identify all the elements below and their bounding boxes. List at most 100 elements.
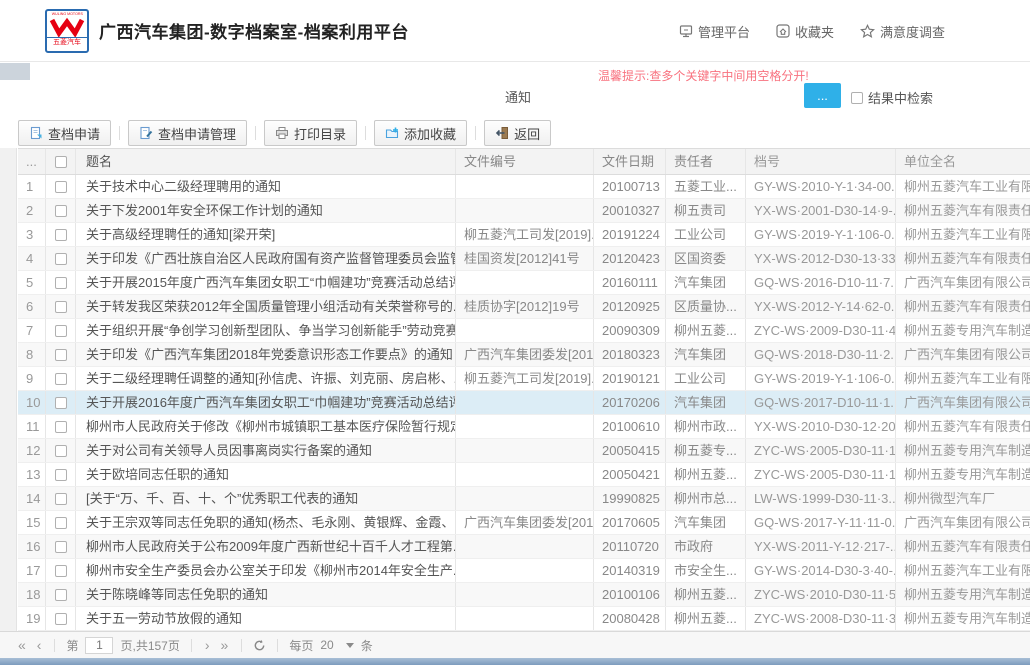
row-number: 2 [18, 199, 46, 222]
cell-archive-number: GY-WS·2019-Y-1·106-0... [746, 367, 896, 390]
cell-archive-number: YX-WS·2011-Y-12·217-... [746, 535, 896, 558]
cell-author: 柳五责司 [666, 199, 746, 222]
row-checkbox[interactable] [55, 445, 67, 457]
table-row[interactable]: 1关于技术中心二级经理聘用的通知20100713五菱工业...GY-WS·201… [18, 175, 1030, 199]
table-row[interactable]: 6关于转发我区荣获2012年全国质量管理小组活动有关荣誉称号的...桂质协字[2… [18, 295, 1030, 319]
link-satisfaction-survey[interactable]: 满意度调查 [860, 22, 945, 41]
manage-archive-apply-button[interactable]: 查档申请管理 [128, 120, 247, 146]
row-number: 5 [18, 271, 46, 294]
table-row[interactable]: 2关于下发2001年安全环保工作计划的通知20010327柳五责司YX-WS·2… [18, 199, 1030, 223]
toolbar-button-label: 查档申请 [48, 124, 100, 143]
pager-divider [54, 639, 55, 652]
row-checkbox-cell [46, 223, 76, 246]
star-icon [860, 24, 875, 39]
row-checkbox[interactable] [55, 613, 67, 625]
table-row[interactable]: 18关于陈晓峰等同志任免职的通知20100106柳州五菱...ZYC-WS·20… [18, 583, 1030, 607]
header-title[interactable]: 题名 [76, 149, 456, 174]
print-catalog-button[interactable]: 打印目录 [264, 120, 357, 146]
page-size-select[interactable]: 20 [320, 638, 353, 652]
cell-title: 关于陈晓峰等同志任免职的通知 [76, 583, 456, 606]
row-checkbox[interactable] [55, 541, 67, 553]
refresh-button[interactable] [253, 639, 266, 652]
row-checkbox[interactable] [55, 469, 67, 481]
cell-author: 市安全生... [666, 559, 746, 582]
per-page-label: 每页 [289, 637, 313, 654]
back-button[interactable]: 返回 [484, 120, 551, 146]
row-number: 9 [18, 367, 46, 390]
table-row[interactable]: 10关于开展2016年度广西汽车集团女职工“巾帼建功”竞赛活动总结评...201… [18, 391, 1030, 415]
row-number: 6 [18, 295, 46, 318]
header-doc-date[interactable]: 文件日期 [594, 149, 666, 174]
cell-archive-number: YX-WS·2001-D30-14·9-... [746, 199, 896, 222]
cell-archive-number: GY-WS·2010-Y-1·34-00... [746, 175, 896, 198]
row-checkbox[interactable] [55, 589, 67, 601]
cell-archive-number: YX-WS·2012-D30-13·33... [746, 247, 896, 270]
link-favorites[interactable]: 收藏夹 [776, 22, 834, 41]
archive-platform-window: WULING MOTORS 五菱汽车 广西汽车集团-数字档案室-档案利用平台 管… [0, 0, 1030, 665]
row-checkbox[interactable] [55, 205, 67, 217]
row-number: 13 [18, 463, 46, 486]
toolbar-divider [475, 126, 476, 140]
bottom-window-bar [0, 658, 1030, 665]
row-checkbox[interactable] [55, 301, 67, 313]
row-checkbox-cell [46, 607, 76, 630]
row-checkbox[interactable] [55, 181, 67, 193]
table-row[interactable]: 4关于印发《广西壮族自治区人民政府国有资产监督管理委员会监管...桂国资发[20… [18, 247, 1030, 271]
row-checkbox[interactable] [55, 229, 67, 241]
page-number-input[interactable] [85, 637, 113, 654]
table-row[interactable]: 9关于二级经理聘任调整的通知[孙信虎、许振、刘克丽、房启彬、...柳五菱汽工司发… [18, 367, 1030, 391]
header-author[interactable]: 责任者 [666, 149, 746, 174]
cell-archive-number: GY-WS·2019-Y-1·106-0... [746, 223, 896, 246]
row-checkbox-cell [46, 367, 76, 390]
cell-title: 关于对公司有关领导人员因事离岗实行备案的通知 [76, 439, 456, 462]
cell-doc-number [456, 319, 594, 342]
header-archive-number[interactable]: 档号 [746, 149, 896, 174]
cell-title: 关于转发我区荣获2012年全国质量管理小组活动有关荣誉称号的... [76, 295, 456, 318]
table-row[interactable]: 16柳州市人民政府关于公布2009年度广西新世纪十百千人才工程第...20110… [18, 535, 1030, 559]
header-org-name[interactable]: 单位全名 [896, 149, 1030, 174]
row-checkbox[interactable] [55, 325, 67, 337]
last-page-button[interactable]: » [219, 638, 231, 652]
prev-page-button[interactable]: ‹ [35, 638, 44, 652]
search-in-results-checkbox[interactable] [851, 92, 863, 104]
table-row[interactable]: 19关于五一劳动节放假的通知20080428柳州五菱...ZYC-WS·2008… [18, 607, 1030, 631]
row-checkbox-cell [46, 535, 76, 558]
table-row[interactable]: 12关于对公司有关领导人员因事离岗实行备案的通知20050415柳五菱专...Z… [18, 439, 1030, 463]
table-row[interactable]: 11柳州市人民政府关于修改《柳州市城镇职工基本医疗保险暂行规定...201006… [18, 415, 1030, 439]
table-row[interactable]: 13关于欧培同志任职的通知20050421柳州五菱...ZYC-WS·2005-… [18, 463, 1030, 487]
cell-doc-date: 20010327 [594, 199, 666, 222]
row-checkbox[interactable] [55, 421, 67, 433]
favorites-icon [776, 24, 790, 38]
search-input[interactable] [505, 85, 765, 107]
row-number: 8 [18, 343, 46, 366]
table-row[interactable]: 7关于组织开展“争创学习创新型团队、争当学习创新能手”劳动竞赛...200903… [18, 319, 1030, 343]
cell-title: 柳州市人民政府关于公布2009年度广西新世纪十百千人才工程第... [76, 535, 456, 558]
row-checkbox[interactable] [55, 277, 67, 289]
row-checkbox[interactable] [55, 373, 67, 385]
table-row[interactable]: 15关于王宗双等同志任免职的通知(杨杰、毛永刚、黄银辉、金霞、...广西汽车集团… [18, 511, 1030, 535]
add-favorite-button[interactable]: 添加收藏 [374, 120, 467, 146]
row-checkbox[interactable] [55, 493, 67, 505]
row-checkbox[interactable] [55, 349, 67, 361]
cell-archive-number: ZYC-WS·2008-D30-11·3... [746, 607, 896, 630]
apply-archive-button[interactable]: 查档申请 [18, 120, 111, 146]
cell-doc-date: 20140319 [594, 559, 666, 582]
first-page-button[interactable]: « [16, 638, 28, 652]
search-more-button[interactable]: ... [804, 83, 841, 108]
link-label: 收藏夹 [795, 22, 834, 41]
row-checkbox[interactable] [55, 565, 67, 577]
table-row[interactable]: 17柳州市安全生产委员会办公室关于印发《柳州市2014年安全生产...20140… [18, 559, 1030, 583]
table-row[interactable]: 8关于印发《广西汽车集团2018年党委意识形态工作要点》的通知广西汽车集团委发[… [18, 343, 1030, 367]
cell-doc-date: 19990825 [594, 487, 666, 510]
table-row[interactable]: 14[关于“万、千、百、十、个”优秀职工代表的通知19990825柳州市总...… [18, 487, 1030, 511]
row-checkbox[interactable] [55, 517, 67, 529]
row-checkbox[interactable] [55, 253, 67, 265]
row-checkbox[interactable] [55, 397, 67, 409]
table-row[interactable]: 3关于高级经理聘任的通知[梁开荣]柳五菱汽工司发[2019]...2019122… [18, 223, 1030, 247]
next-page-button[interactable]: › [203, 638, 212, 652]
table-row[interactable]: 5关于开展2015年度广西汽车集团女职工“巾帼建功”竞赛活动总结评...2016… [18, 271, 1030, 295]
row-checkbox-cell [46, 295, 76, 318]
header-doc-number[interactable]: 文件编号 [456, 149, 594, 174]
select-all-checkbox[interactable] [55, 156, 67, 168]
link-admin-platform[interactable]: 管理平台 [679, 22, 750, 41]
